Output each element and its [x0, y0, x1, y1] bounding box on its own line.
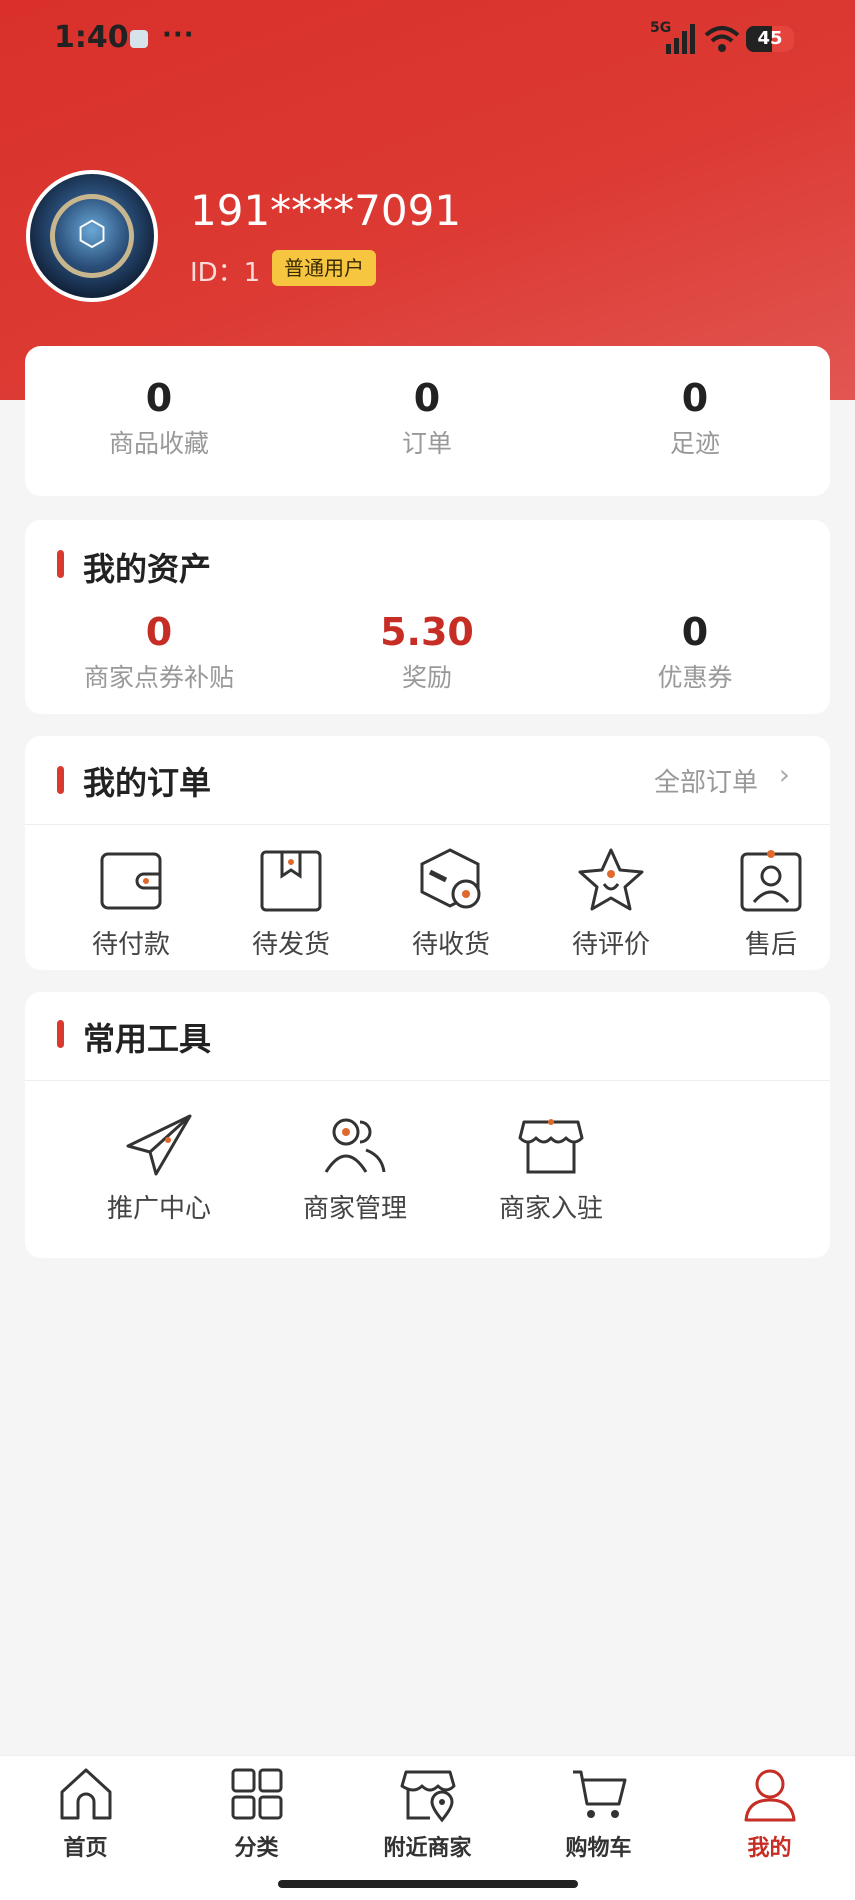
order-after-sales[interactable]: 售后 — [691, 846, 851, 961]
section-marker — [57, 550, 64, 578]
nearby-shop-icon — [400, 1770, 455, 1823]
stat-label: 订单 — [401, 429, 452, 458]
stat-orders[interactable]: 0 订单 — [293, 376, 561, 460]
asset-label: 优惠券 — [657, 663, 733, 692]
order-pending-shipment[interactable]: 待发货 — [211, 846, 371, 961]
tool-promotion-center[interactable]: 推广中心 — [79, 1110, 239, 1225]
order-status-label: 待发货 — [251, 930, 330, 960]
tools-card: 常用工具 推广中心 商家管理 商家入驻 — [25, 992, 830, 1258]
stat-favorites[interactable]: 0 商品收藏 — [25, 376, 293, 460]
paper-plane-icon — [126, 1114, 192, 1176]
asset-rewards[interactable]: 5.30 奖励 — [293, 610, 561, 694]
order-status-label: 待评价 — [571, 930, 650, 960]
package-icon — [260, 850, 322, 912]
bottom-tab-bar: 首页 分类 附近商家 购物车 我的 — [0, 1755, 855, 1900]
more-notifications-icon: ··· — [162, 20, 195, 50]
stat-value: 0 — [145, 376, 173, 420]
orders-title: 我的订单 — [83, 764, 212, 802]
order-pending-receipt[interactable]: 待收货 — [371, 846, 531, 961]
users-icon — [324, 1118, 386, 1173]
cart-icon — [572, 1770, 626, 1818]
stat-label: 足迹 — [669, 429, 720, 458]
tab-label: 我的 — [747, 1836, 792, 1861]
asset-value: 0 — [681, 610, 709, 654]
stat-footprints[interactable]: 0 足迹 — [561, 376, 829, 460]
asset-label: 商家点券补贴 — [83, 663, 234, 692]
notification-app-icon — [130, 30, 148, 48]
tool-label: 推广中心 — [106, 1194, 211, 1224]
user-icon — [744, 1769, 795, 1822]
stats-card: 0 商品收藏 0 订单 0 足迹 — [25, 346, 830, 496]
tab-category[interactable]: 分类 — [171, 1764, 342, 1862]
section-marker — [57, 1020, 64, 1048]
grid-icon — [231, 1768, 282, 1820]
tab-mine[interactable]: 我的 — [684, 1764, 855, 1862]
tool-merchant-management[interactable]: 商家管理 — [275, 1110, 435, 1225]
tab-label: 购物车 — [565, 1836, 632, 1861]
orders-card: 我的订单 全部订单 › 待付款 待发货 待收货 待评价 售后 — [25, 736, 830, 970]
order-pending-review[interactable]: 待评价 — [531, 846, 691, 961]
username: 191****7091 — [190, 186, 462, 235]
tools-title: 常用工具 — [83, 1020, 212, 1058]
signal-icon — [666, 24, 695, 54]
tool-label: 商家管理 — [302, 1194, 407, 1224]
assets-title: 我的资产 — [83, 550, 212, 588]
tab-cart[interactable]: 购物车 — [513, 1764, 684, 1862]
asset-value: 0 — [145, 610, 173, 654]
all-orders-link[interactable]: 全部订单 — [654, 762, 758, 799]
member-level-badge: 普通用户 — [272, 250, 376, 286]
order-status-label: 售后 — [744, 930, 797, 960]
tab-label: 附近商家 — [383, 1836, 472, 1861]
delivery-box-icon — [420, 848, 481, 909]
asset-coupons[interactable]: 0 优惠券 — [561, 610, 829, 694]
tab-nearby-merchants[interactable]: 附近商家 — [342, 1764, 513, 1862]
asset-value: 5.30 — [380, 610, 474, 654]
asset-label: 奖励 — [401, 663, 452, 692]
battery-icon: 45 — [746, 26, 794, 52]
stat-value: 0 — [413, 376, 441, 420]
status-bar: 1:40 ··· 5G 45 — [0, 0, 855, 80]
order-status-label: 待收货 — [411, 930, 490, 960]
asset-coupon-subsidy[interactable]: 0 商家点券补贴 — [25, 610, 293, 694]
user-id: ID：1 — [190, 258, 261, 288]
avatar[interactable]: ⬡ — [26, 170, 158, 302]
service-badge-icon — [740, 850, 802, 912]
tool-merchant-onboarding[interactable]: 商家入驻 — [471, 1110, 631, 1225]
stat-value: 0 — [681, 376, 709, 420]
tab-home[interactable]: 首页 — [0, 1764, 171, 1862]
battery-level: 45 — [757, 28, 783, 49]
section-marker — [57, 766, 64, 794]
tab-label: 首页 — [63, 1836, 108, 1861]
chevron-right-icon[interactable]: › — [779, 758, 790, 791]
wallet-icon — [100, 852, 162, 910]
star-icon — [578, 848, 644, 911]
home-icon — [60, 1768, 111, 1820]
assets-card: 我的资产 0 商家点券补贴 5.30 奖励 0 优惠券 — [25, 520, 830, 714]
tool-label: 商家入驻 — [498, 1194, 603, 1224]
status-time: 1:40 — [54, 20, 129, 55]
order-pending-payment[interactable]: 待付款 — [51, 846, 211, 961]
home-indicator[interactable] — [278, 1880, 578, 1888]
wifi-icon — [704, 26, 740, 52]
stat-label: 商品收藏 — [108, 429, 209, 458]
order-status-label: 待付款 — [91, 930, 170, 960]
storefront-icon — [518, 1119, 584, 1174]
tab-label: 分类 — [234, 1836, 279, 1861]
